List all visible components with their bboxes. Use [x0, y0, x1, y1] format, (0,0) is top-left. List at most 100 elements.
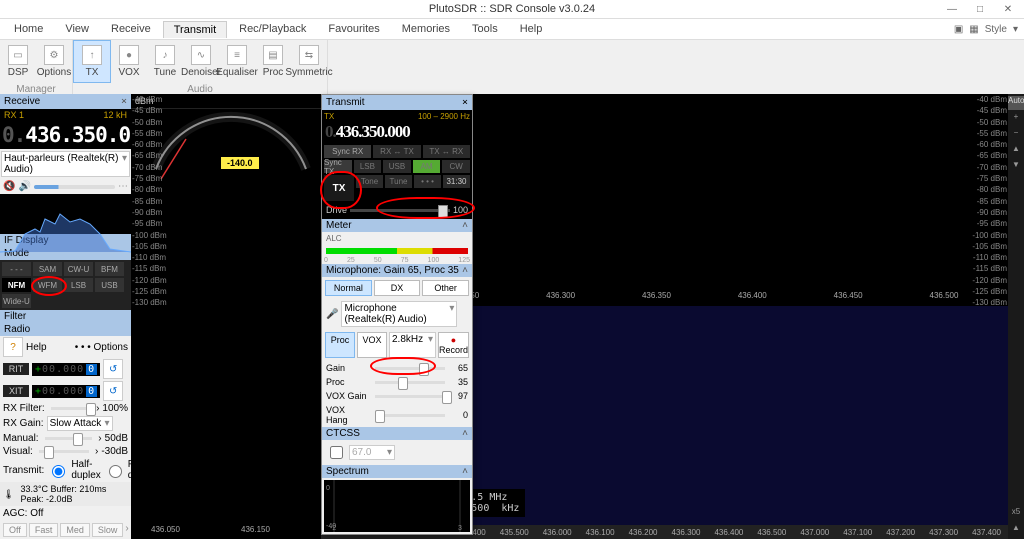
mode-lsb-tx[interactable]: LSB	[354, 160, 382, 173]
chevron-right-icon[interactable]: ›	[125, 523, 128, 537]
normal-button[interactable]: Normal	[325, 280, 372, 296]
collapse-icon[interactable]: ˄	[462, 220, 468, 231]
options-button[interactable]: ⚙Options	[36, 40, 72, 83]
mute-icon[interactable]: 🔇	[3, 181, 15, 192]
volume-slider[interactable]	[34, 185, 115, 189]
tab-recplayback[interactable]: Rec/Playback	[229, 21, 316, 37]
agc-med[interactable]: Med	[60, 523, 90, 537]
panel-close-icon[interactable]: ×	[121, 96, 127, 107]
denoiser-button[interactable]: ∿Denoiser	[183, 40, 219, 83]
mode-usb-tx[interactable]: USB	[383, 160, 411, 173]
tab-memories[interactable]: Memories	[392, 21, 460, 37]
audio-device-select[interactable]: Haut-parleurs (Realtek(R) Audio)▾	[1, 151, 130, 177]
tx-icon: ↑	[82, 45, 102, 65]
speaker-icon[interactable]: 🔊	[18, 181, 30, 192]
voxhang-slider[interactable]	[375, 414, 445, 417]
layout-icon[interactable]: ▦	[969, 24, 978, 35]
symmetric-button[interactable]: ⇆Symmetric	[291, 40, 327, 83]
help-icon[interactable]: ?	[3, 337, 23, 357]
tx-ribbon-button[interactable]: ↑TX	[73, 40, 111, 83]
tx-button[interactable]: TX	[324, 175, 354, 201]
zoom-out-icon[interactable]: −	[1008, 128, 1024, 142]
tab-favourites[interactable]: Favourites	[318, 21, 389, 37]
bw-select[interactable]: 2.8kHz▾	[389, 332, 436, 358]
tone-button[interactable]: Tone	[356, 175, 383, 188]
mode-usb[interactable]: USB	[95, 278, 124, 292]
tx-frequency-display[interactable]: 0.436.350.000	[324, 121, 470, 143]
window-icon[interactable]: ▣	[954, 24, 963, 35]
dx-button[interactable]: DX	[374, 280, 421, 296]
vox-toggle[interactable]: VOX	[357, 332, 387, 358]
mode-cw-tx[interactable]: CW	[442, 160, 470, 173]
dsp-button[interactable]: ▭DSP	[0, 40, 36, 83]
mode-button[interactable]: - - -	[2, 262, 31, 276]
tab-transmit[interactable]: Transmit	[163, 21, 227, 38]
auto-button[interactable]: Auto	[1008, 96, 1024, 110]
equaliser-button[interactable]: ≡Equaliser	[219, 40, 255, 83]
tab-help[interactable]: Help	[510, 21, 553, 37]
ctcss-select[interactable]: 67.0▾	[349, 445, 395, 460]
agc-fast[interactable]: Fast	[29, 523, 59, 537]
record-button[interactable]: ● Record	[438, 332, 469, 358]
agc-off[interactable]: Off	[3, 523, 27, 537]
gain-slider[interactable]	[375, 367, 445, 370]
mic-device-select[interactable]: Microphone (Realtek(R) Audio)▾	[341, 301, 457, 327]
tune-button[interactable]: ♪Tune	[147, 40, 183, 83]
tab-receive[interactable]: Receive	[101, 21, 161, 37]
tx-panel-close-icon[interactable]: ×	[462, 97, 468, 108]
mic-icon: 🎤	[326, 309, 338, 320]
mode-cwu[interactable]: CW-U	[64, 262, 93, 276]
vox-button[interactable]: ●VOX	[111, 40, 147, 83]
sync-rx-button[interactable]: Sync RX	[324, 145, 371, 158]
tab-tools[interactable]: Tools	[462, 21, 508, 37]
tx-to-rx[interactable]: TX ↔ RX	[423, 145, 470, 158]
other-button[interactable]: Other	[422, 280, 469, 296]
manual-slider[interactable]	[45, 437, 93, 440]
visual-slider[interactable]	[39, 450, 89, 453]
chevron-right-icon[interactable]: ›	[96, 403, 99, 414]
xit-label: XIT	[3, 385, 29, 397]
rx-frequency-display[interactable]: 0.436.350.000	[0, 121, 131, 149]
if-spectrum[interactable]	[0, 194, 131, 234]
tx-timer: 31:30	[443, 175, 470, 188]
mode-bfm[interactable]: BFM	[95, 262, 124, 276]
agc-slow[interactable]: Slow	[92, 523, 124, 537]
rxfilter-slider[interactable]	[51, 407, 90, 410]
voxgain-slider[interactable]	[375, 395, 445, 398]
proc-slider[interactable]	[375, 381, 445, 384]
chevron-up-icon[interactable]: ▲	[1008, 523, 1024, 537]
xit-display[interactable]: +00.0000	[32, 385, 100, 398]
zoom-x5[interactable]: x5	[1008, 507, 1024, 521]
up-icon[interactable]: ▲	[1008, 144, 1024, 158]
mode-sam[interactable]: SAM	[33, 262, 62, 276]
style-button[interactable]: Style	[985, 24, 1007, 35]
drive-slider[interactable]	[350, 209, 450, 212]
half-duplex-radio[interactable]: Half-duplex	[47, 459, 100, 481]
tune-icon: ♪	[155, 45, 175, 65]
rit-reset[interactable]: ↺	[103, 359, 123, 379]
tab-home[interactable]: Home	[4, 21, 53, 37]
zoom-in-icon[interactable]: +	[1008, 112, 1024, 126]
sync-tx-button[interactable]: Sync TX	[324, 160, 352, 173]
maximize-icon[interactable]: □	[968, 4, 992, 15]
right-toolbar: Auto + − ▲ ▼ x5 ▲	[1008, 94, 1024, 539]
ctcss-enable[interactable]	[330, 446, 343, 459]
close-icon[interactable]: ✕	[996, 4, 1020, 15]
minimize-icon[interactable]: —	[940, 4, 964, 15]
tx-tune-button[interactable]: Tune	[385, 175, 412, 188]
xit-reset[interactable]: ↺	[103, 381, 123, 401]
rit-display[interactable]: +00.0000	[32, 363, 100, 376]
down-icon[interactable]: ▼	[1008, 160, 1024, 174]
rxgain-select[interactable]: Slow Attack▾	[47, 416, 113, 431]
mode-am-tx[interactable]: AM	[413, 160, 441, 173]
tab-view[interactable]: View	[55, 21, 99, 37]
radio-options[interactable]: • • • Options	[75, 342, 128, 353]
rx-to-tx[interactable]: RX ↔ TX	[373, 145, 420, 158]
proc-toggle[interactable]: Proc	[325, 332, 355, 358]
mode-lsb[interactable]: LSB	[64, 278, 93, 292]
tx-more-button[interactable]: • • •	[414, 175, 441, 188]
mode-wideu[interactable]: Wide-U	[2, 294, 31, 308]
mode-wfm[interactable]: WFM	[33, 278, 62, 292]
mode-nfm[interactable]: NFM	[2, 278, 31, 292]
more-icon[interactable]: ⋯	[118, 181, 128, 192]
